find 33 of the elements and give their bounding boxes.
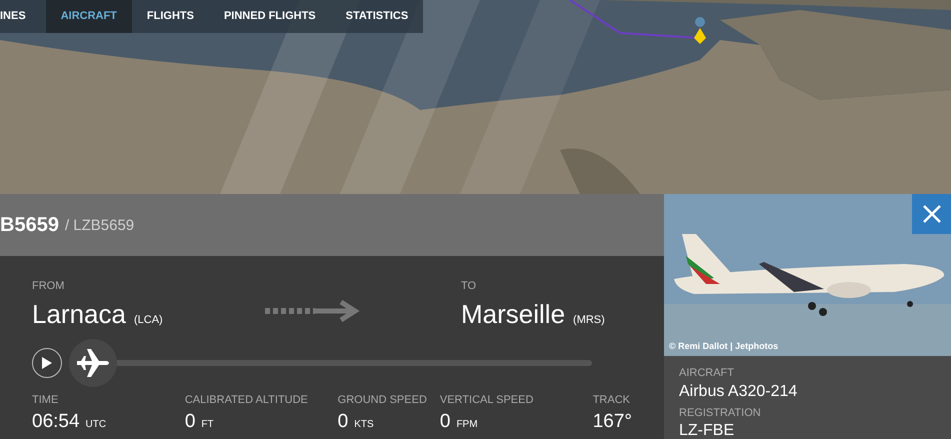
field-value: LZ-FBE (679, 421, 736, 439)
stat-label: CALIBRATED ALTITUDE (184, 392, 309, 408)
stat-value: 0 (338, 410, 348, 434)
field-value: Airbus A320-214 (679, 382, 798, 402)
destination-code: (MRS) (573, 312, 605, 328)
close-icon (922, 204, 942, 224)
destination-city: Marseille (461, 298, 566, 330)
stat-unit: FT (201, 418, 214, 432)
stat-value: 167° (592, 410, 632, 434)
route-arrow-icon (265, 300, 361, 322)
stat-label: TRACK (592, 392, 631, 408)
field-label: REGISTRATION (679, 406, 762, 420)
stat-label: VERTICAL SPEED (440, 392, 534, 408)
play-button[interactable] (32, 348, 62, 378)
origin-city: Larnaca (32, 298, 126, 330)
close-button[interactable] (912, 194, 951, 234)
stat-unit: UTC (86, 418, 106, 432)
origin-code: (LCA) (134, 312, 163, 328)
airplane-icon (74, 348, 111, 378)
stat-unit: FPM (456, 418, 478, 432)
callsign: / LZB5659 (64, 216, 134, 236)
stat-label: TIME (32, 392, 60, 408)
flight-number: B5659 (0, 213, 59, 238)
stat-value: 06:54 (32, 410, 80, 434)
to-label: TO (461, 279, 478, 294)
photo-credit: © Remi Dallot | Jetphotos (669, 340, 778, 353)
stat-value: 0 (184, 410, 196, 434)
play-icon (42, 356, 52, 368)
stat-label: GROUND SPEED (338, 392, 428, 408)
stat-value: 0 (440, 410, 450, 434)
from-label: FROM (32, 279, 66, 294)
field-label: AIRCRAFT (679, 366, 735, 381)
stat-unit: KTS (354, 418, 374, 432)
